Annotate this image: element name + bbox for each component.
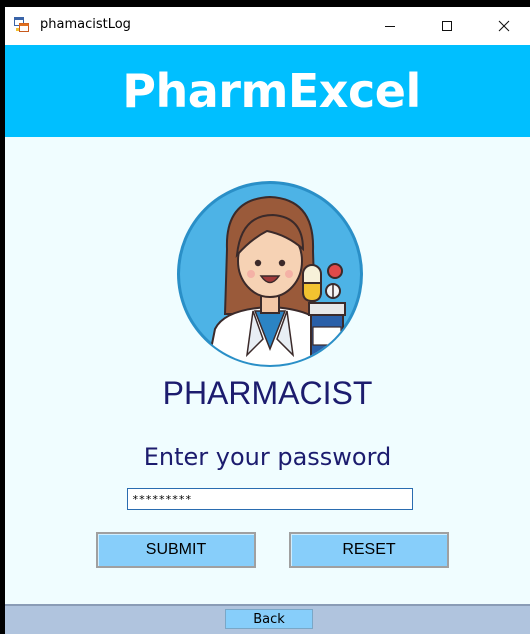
role-label: PHARMACIST: [162, 375, 373, 411]
pharmacist-login-window: phamacistLog PharmExcel PHARMACIST Enter…: [5, 7, 530, 634]
password-prompt: Enter your password: [143, 443, 392, 471]
reset-button[interactable]: RESET: [289, 532, 449, 568]
back-button[interactable]: Back: [225, 609, 313, 629]
title-bar[interactable]: phamacistLog: [5, 7, 530, 45]
submit-button[interactable]: SUBMIT: [96, 532, 256, 568]
close-button[interactable]: [481, 7, 527, 45]
app-brand-title: PharmExcel: [122, 64, 421, 118]
app-form-icon: [14, 17, 32, 33]
password-field[interactable]: [127, 488, 413, 510]
close-icon: [498, 17, 510, 36]
minimize-button[interactable]: [367, 7, 413, 45]
maximize-button[interactable]: [424, 7, 470, 45]
maximize-icon: [441, 17, 453, 36]
header-banner: PharmExcel: [5, 45, 530, 137]
window-title: phamacistLog: [40, 17, 131, 32]
minimize-icon: [384, 17, 396, 36]
pharmacist-avatar-icon: [175, 179, 365, 369]
footer-bar: Back: [5, 604, 530, 634]
